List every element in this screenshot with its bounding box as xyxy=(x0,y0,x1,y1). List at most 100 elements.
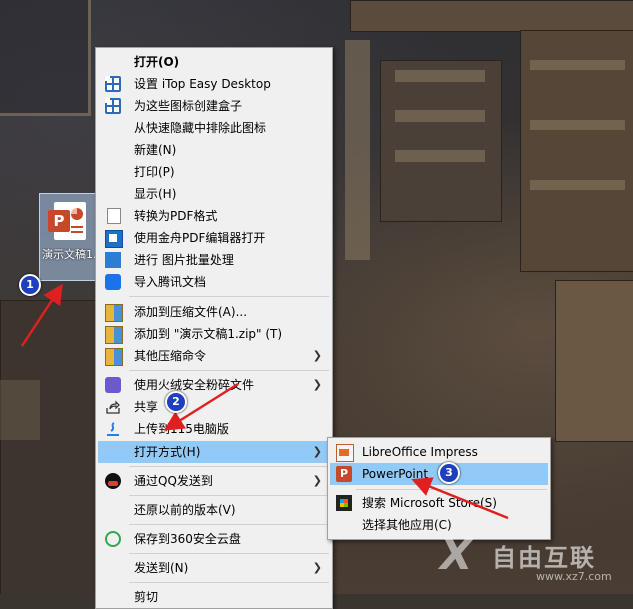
step-badge-1: 1 xyxy=(19,274,41,296)
open-with-submenu: LibreOffice Impress P PowerPoint 搜索 Micr… xyxy=(327,437,551,540)
menu-item-label: 保存到360安全云盘 xyxy=(134,532,241,546)
menu-item-tencent-docs[interactable]: 导入腾讯文档 xyxy=(98,271,330,293)
document-icon xyxy=(107,208,121,224)
menu-item-batch-image[interactable]: 进行 图片批量处理 xyxy=(98,249,330,271)
menu-item-label: 共享 xyxy=(134,400,159,414)
submenu-item-label: 选择其他应用(C) xyxy=(362,518,452,532)
menu-item-add-zip[interactable]: 添加到 "演示文稿1.zip" (T) xyxy=(98,323,330,345)
menu-item-label: 还原以前的版本(V) xyxy=(134,503,236,517)
microsoft-store-icon xyxy=(336,495,352,511)
menu-item-send-to[interactable]: 发送到(N) ❯ xyxy=(98,557,330,579)
menu-item-open-with[interactable]: 打开方式(H) ❯ xyxy=(98,441,330,463)
menu-item-cut[interactable]: 剪切 xyxy=(98,586,330,608)
menu-item-label: 添加到 "演示文稿1.zip" (T) xyxy=(134,327,283,341)
menu-item-itop-settings[interactable]: 设置 iTop Easy Desktop xyxy=(98,73,330,95)
menu-item-label: 打印(P) xyxy=(134,165,175,179)
submenu-item-label: LibreOffice Impress xyxy=(362,445,478,459)
context-menu: 打开(O) 设置 iTop Easy Desktop 为这些图标创建盒子 从快速… xyxy=(95,47,333,609)
menu-item-open-pdf-editor[interactable]: 使用金舟PDF编辑器打开 xyxy=(98,227,330,249)
wallpaper-shelf xyxy=(0,380,40,440)
menu-item-show[interactable]: 显示(H) xyxy=(98,183,330,205)
menu-item-label: 显示(H) xyxy=(134,187,177,201)
menu-item-print[interactable]: 打印(P) xyxy=(98,161,330,183)
menu-item-label: 上传到115电脑版 xyxy=(134,422,229,436)
pptx-file-icon: P xyxy=(48,202,86,240)
menu-item-label: 为这些图标创建盒子 xyxy=(134,99,243,113)
pdf-editor-icon xyxy=(105,230,123,248)
menu-item-create-box[interactable]: 为这些图标创建盒子 xyxy=(98,95,330,117)
wallpaper-shelf xyxy=(345,40,370,260)
menu-item-label: 剪切 xyxy=(134,590,159,604)
wallpaper-shelf xyxy=(530,120,625,130)
menu-separator xyxy=(129,495,329,496)
menu-item-restore-versions[interactable]: 还原以前的版本(V) xyxy=(98,499,330,521)
menu-item-label: 设置 iTop Easy Desktop xyxy=(134,77,271,91)
chevron-right-icon: ❯ xyxy=(312,349,322,362)
chevron-right-icon: ❯ xyxy=(312,445,322,458)
menu-item-open[interactable]: 打开(O) xyxy=(98,51,330,73)
step-badge-2: 2 xyxy=(165,391,187,413)
menu-item-label: 新建(N) xyxy=(134,143,177,157)
menu-separator xyxy=(129,582,329,583)
menu-item-label: 发送到(N) xyxy=(134,561,189,575)
menu-item-new[interactable]: 新建(N) xyxy=(98,139,330,161)
wallpaper-shelf xyxy=(350,0,633,32)
chevron-right-icon: ❯ xyxy=(312,561,322,574)
huorong-shred-icon xyxy=(105,377,121,393)
chevron-right-icon: ❯ xyxy=(312,474,322,487)
menu-item-exclude-hide[interactable]: 从快速隐藏中排除此图标 xyxy=(98,117,330,139)
menu-item-upload-115[interactable]: 上传到115电脑版 xyxy=(98,418,330,440)
step-badge-3: 3 xyxy=(438,462,460,484)
itop-icon xyxy=(105,98,121,114)
wallpaper-window xyxy=(0,0,91,116)
menu-separator xyxy=(129,524,329,525)
submenu-item-microsoft-store[interactable]: 搜索 Microsoft Store(S) xyxy=(330,492,548,514)
batch-image-icon xyxy=(105,252,121,268)
archive-icon xyxy=(105,304,123,322)
menu-separator xyxy=(129,553,329,554)
wallpaper-shelf xyxy=(555,280,633,442)
menu-item-add-archive[interactable]: 添加到压缩文件(A)... xyxy=(98,301,330,323)
cloud-360-icon xyxy=(105,531,121,547)
menu-item-convert-pdf[interactable]: 转换为PDF格式 xyxy=(98,205,330,227)
watermark-url: www.xz7.com xyxy=(536,570,612,583)
menu-separator xyxy=(129,466,329,467)
share-icon xyxy=(105,399,121,415)
menu-item-qq-send[interactable]: 通过QQ发送到 ❯ xyxy=(98,470,330,492)
desktop-file-label: 演示文稿1.pptx xyxy=(42,248,98,261)
archive-icon xyxy=(105,326,123,344)
menu-item-label: 导入腾讯文档 xyxy=(134,275,207,289)
menu-item-shred[interactable]: 使用火绒安全粉碎文件 ❯ xyxy=(98,374,330,396)
wallpaper-shelf xyxy=(395,150,485,162)
qq-icon xyxy=(105,473,121,489)
menu-separator xyxy=(129,370,329,371)
powerpoint-icon: P xyxy=(336,466,352,482)
menu-item-label: 从快速隐藏中排除此图标 xyxy=(134,121,267,135)
cloud-115-icon xyxy=(105,421,121,437)
wallpaper-shelf xyxy=(395,110,485,122)
menu-item-label: 添加到压缩文件(A)... xyxy=(134,305,248,319)
menu-item-label: 通过QQ发送到 xyxy=(134,474,213,488)
menu-item-other-archive[interactable]: 其他压缩命令 ❯ xyxy=(98,345,330,367)
desktop-file-icon[interactable]: P 演示文稿1.pptx xyxy=(39,193,101,281)
menu-item-share[interactable]: 共享 xyxy=(98,396,330,418)
menu-item-label: 转换为PDF格式 xyxy=(134,209,218,223)
submenu-item-label: 搜索 Microsoft Store(S) xyxy=(362,496,497,510)
submenu-item-label: PowerPoint xyxy=(362,467,429,481)
wallpaper-shelf xyxy=(380,60,502,222)
menu-item-label: 使用金舟PDF编辑器打开 xyxy=(134,231,266,245)
watermark-logo: X xyxy=(440,530,473,579)
submenu-separator xyxy=(356,489,547,490)
wallpaper-shelf xyxy=(530,60,625,70)
chevron-right-icon: ❯ xyxy=(312,378,322,391)
wallpaper-shelf xyxy=(530,180,625,190)
menu-item-label: 打开方式(H) xyxy=(134,445,201,459)
itop-icon xyxy=(105,76,121,92)
wallpaper-shelf xyxy=(395,70,485,82)
menu-item-label: 其他压缩命令 xyxy=(134,349,207,363)
menu-item-label: 使用火绒安全粉碎文件 xyxy=(134,378,255,392)
watermark-text: 自由互联 xyxy=(492,544,596,572)
menu-item-save-360[interactable]: 保存到360安全云盘 xyxy=(98,528,330,550)
menu-separator xyxy=(129,296,329,297)
submenu-item-libreoffice-impress[interactable]: LibreOffice Impress xyxy=(330,441,548,463)
